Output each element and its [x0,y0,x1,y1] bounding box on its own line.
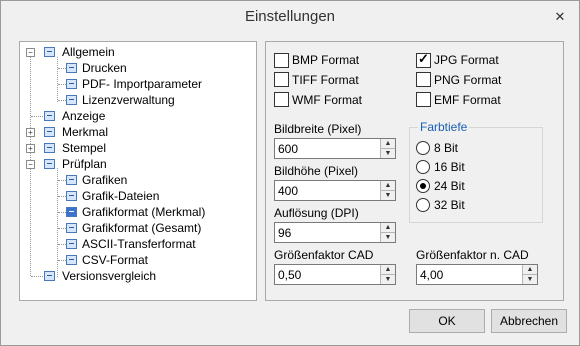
spin-down-icon[interactable]: ▼ [381,233,395,242]
png-checkbox[interactable] [416,72,431,87]
png-label: PNG Format [434,73,502,87]
tree-item-drucken[interactable]: Drucken [82,61,127,75]
node-icon [44,127,55,137]
tree-item-ascii-transfer[interactable]: ASCII-Transferformat [82,237,196,251]
width-input[interactable] [275,139,375,158]
node-icon [44,47,55,57]
node-icon [44,111,55,121]
width-spinbox: ▲▼ [274,138,396,159]
close-button[interactable]: ✕ [551,9,569,25]
wmf-label: WMF Format [292,93,362,107]
tree-item-anzeige[interactable]: Anzeige [62,109,105,123]
tree-connector [31,116,43,117]
tiff-label: TIFF Format [292,73,359,87]
node-icon [66,79,77,89]
node-icon [66,255,77,265]
bmp-label: BMP Format [292,53,360,67]
tree-item-lizenzverwaltung[interactable]: Lizenzverwaltung [82,93,175,107]
tree-item-merkmal[interactable]: Merkmal [62,125,108,139]
expander-stempel[interactable]: + [26,144,35,153]
tree-item-pruefplan[interactable]: Prüfplan [62,157,107,171]
height-input[interactable] [275,181,375,200]
emf-label: EMF Format [434,93,501,107]
dpi-input[interactable] [275,223,375,242]
settings-dialog: Einstellungen ✕ − Allgemein Drucken PDF-… [0,0,580,346]
jpg-label: JPG Format [434,53,499,67]
dpi-label: Auflösung (DPI) [274,206,359,220]
settings-tree: − Allgemein Drucken PDF- Importparameter… [19,41,257,301]
height-label: Bildhöhe (Pixel) [274,164,359,178]
cad-input[interactable] [275,265,375,284]
tiff-checkbox[interactable] [274,72,289,87]
radio-8bit[interactable] [416,141,430,155]
node-icon [44,159,55,169]
format-settings-panel: BMP Format JPG Format TIFF Format PNG Fo… [265,41,564,301]
node-icon [66,63,77,73]
node-icon-selected [66,207,77,217]
node-icon [44,271,55,281]
node-icon [66,175,77,185]
ok-button[interactable]: OK [409,309,485,333]
spin-up-icon[interactable]: ▲ [381,223,395,233]
node-icon [66,191,77,201]
node-icon [44,143,55,153]
cancel-button[interactable]: Abbrechen [491,309,567,333]
radio-16bit-label: 16 Bit [434,160,465,174]
radio-32bit-label: 32 Bit [434,198,465,212]
spin-up-icon[interactable]: ▲ [381,181,395,191]
farbtiefe-group: Farbtiefe 8 Bit 16 Bit 24 Bit 32 Bit [409,120,543,223]
spin-down-icon[interactable]: ▼ [381,191,395,200]
cad-spinbox: ▲▼ [274,264,396,285]
tree-item-grafikformat-gesamt[interactable]: Grafikformat (Gesamt) [82,221,201,235]
tree-connector [31,276,43,277]
tree-item-csv-format[interactable]: CSV-Format [82,253,148,267]
spin-down-icon[interactable]: ▼ [381,149,395,158]
ncad-label: Größenfaktor n. CAD [416,248,529,262]
dialog-title: Einstellungen [244,8,336,25]
farbtiefe-title: Farbtiefe [418,120,470,134]
jpg-checkbox[interactable] [416,51,431,68]
ncad-spinbox: ▲▼ [416,264,538,285]
expander-merkmal[interactable]: + [26,128,35,137]
tree-connector [57,57,58,102]
title-bar: Einstellungen ✕ [1,1,579,33]
dpi-spinbox: ▲▼ [274,222,396,243]
tree-item-grafik-dateien[interactable]: Grafik-Dateien [82,189,159,203]
tree-item-grafikformat-merkmal[interactable]: Grafikformat (Merkmal) [82,205,205,219]
node-icon [66,223,77,233]
spin-up-icon[interactable]: ▲ [523,265,537,275]
radio-32bit[interactable] [416,198,430,212]
radio-24bit[interactable] [416,179,430,193]
tree-item-pdf-import[interactable]: PDF- Importparameter [82,77,202,91]
wmf-checkbox[interactable] [274,92,289,107]
radio-8bit-label: 8 Bit [434,141,459,155]
node-icon [66,239,77,249]
width-label: Bildbreite (Pixel) [274,122,362,136]
height-spinbox: ▲▼ [274,180,396,201]
node-icon [66,95,77,105]
tree-item-stempel[interactable]: Stempel [62,141,106,155]
spin-up-icon[interactable]: ▲ [381,139,395,149]
expander-allgemein[interactable]: − [26,48,35,57]
expander-pruefplan[interactable]: − [26,160,35,169]
tree-item-grafiken[interactable]: Grafiken [82,173,127,187]
spin-down-icon[interactable]: ▼ [523,275,537,284]
bmp-checkbox[interactable] [274,53,289,68]
spin-down-icon[interactable]: ▼ [381,275,395,284]
cad-label: Größenfaktor CAD [274,248,374,262]
radio-16bit[interactable] [416,160,430,174]
ncad-input[interactable] [417,265,517,284]
radio-24bit-label: 24 Bit [434,179,465,193]
spin-up-icon[interactable]: ▲ [381,265,395,275]
tree-item-allgemein[interactable]: Allgemein [62,45,115,59]
emf-checkbox[interactable] [416,92,431,107]
tree-item-versionsvergleich[interactable]: Versionsvergleich [62,269,156,283]
